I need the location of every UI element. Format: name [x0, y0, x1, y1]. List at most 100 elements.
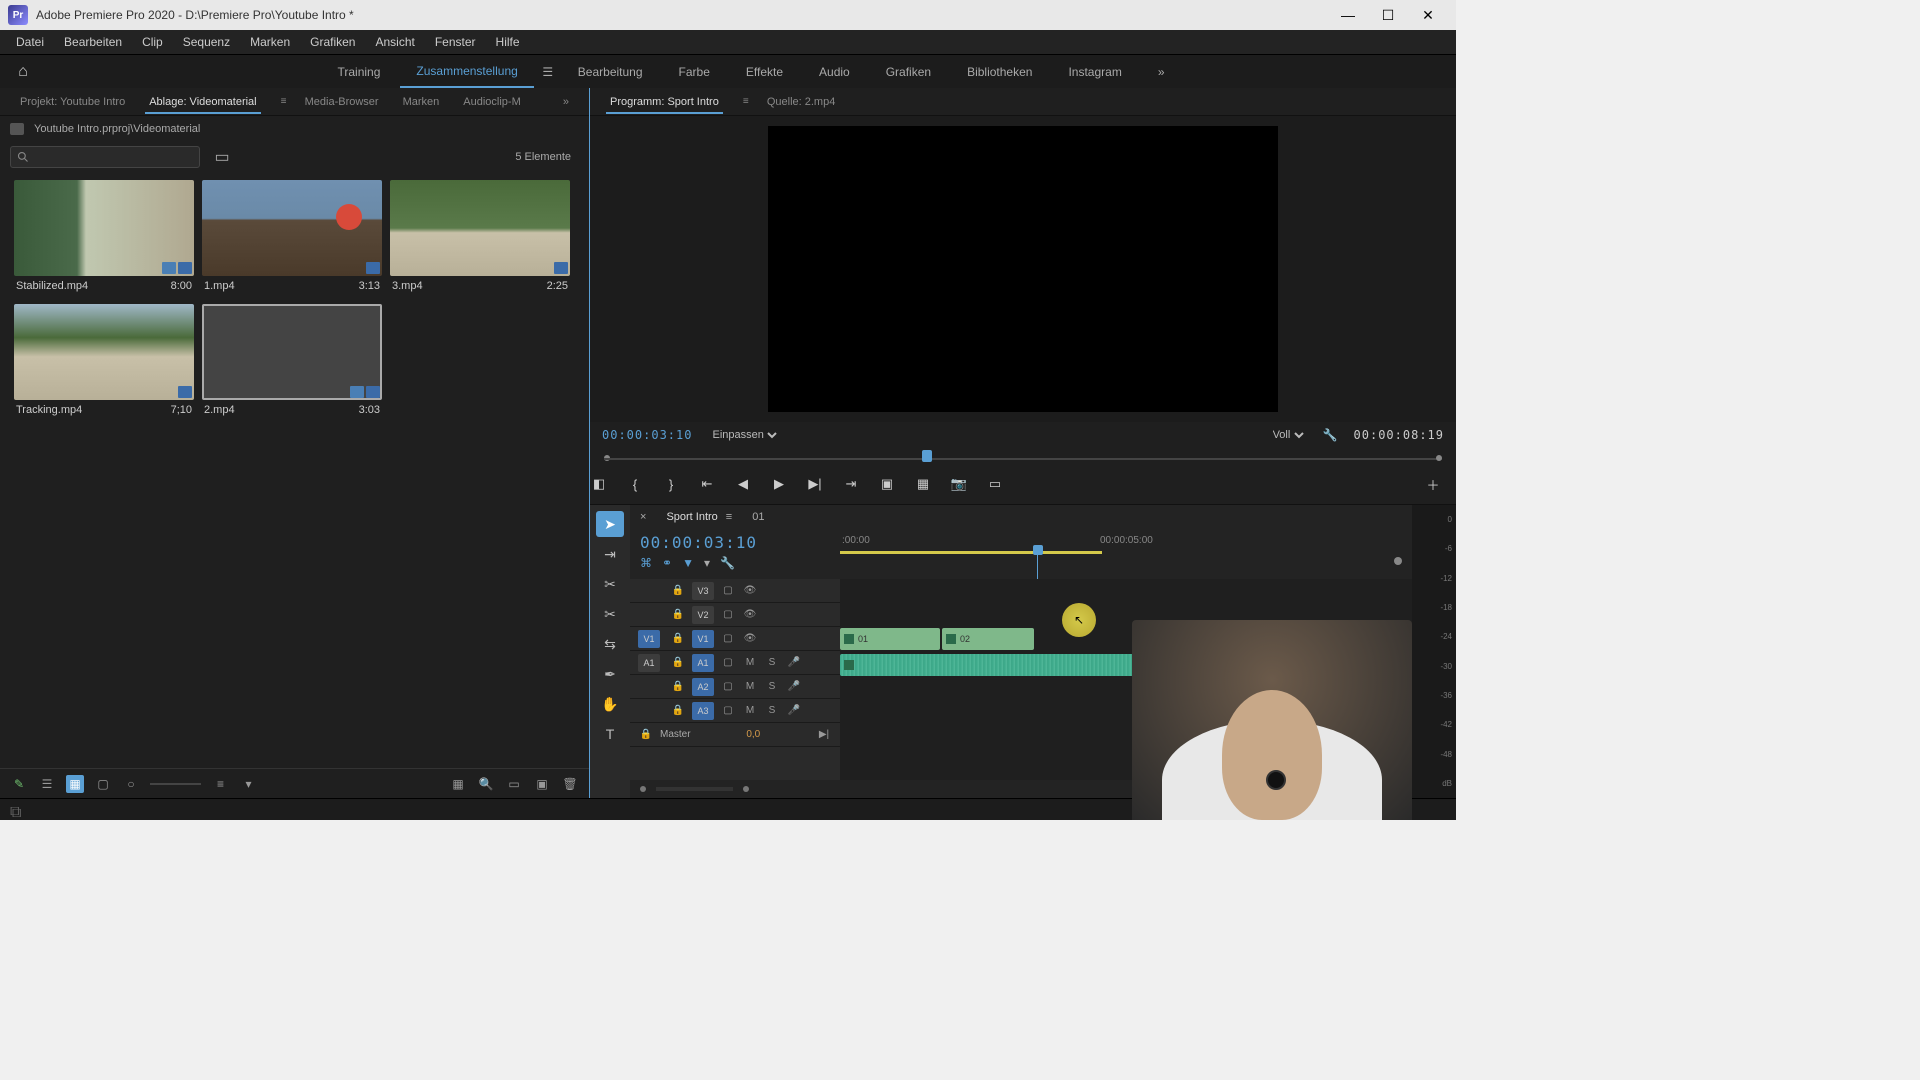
- menu-datei[interactable]: Datei: [6, 35, 54, 49]
- tab-audioclip[interactable]: Audioclip-M: [451, 96, 532, 108]
- toggle-output-icon[interactable]: ▢: [720, 631, 736, 647]
- track-v1[interactable]: V1: [692, 630, 714, 648]
- new-bin-button[interactable]: ▭: [210, 147, 234, 167]
- track-v3[interactable]: V3: [692, 582, 714, 600]
- slip-tool[interactable]: ⇆: [596, 631, 624, 657]
- menu-clip[interactable]: Clip: [132, 35, 173, 49]
- zoom-slider-handle[interactable]: ○: [122, 775, 140, 793]
- program-monitor[interactable]: [768, 126, 1278, 412]
- eye-icon[interactable]: 👁: [742, 631, 758, 647]
- workspace-bearbeitung[interactable]: Bearbeitung: [562, 57, 659, 87]
- icon-view-button[interactable]: ▦: [66, 775, 84, 793]
- mute-button[interactable]: M: [742, 679, 758, 695]
- master-track[interactable]: Master: [660, 729, 691, 740]
- close-button[interactable]: ✕: [1408, 0, 1448, 30]
- playhead[interactable]: [922, 450, 932, 462]
- workspace-audio[interactable]: Audio: [803, 57, 866, 87]
- workspace-effekte[interactable]: Effekte: [730, 57, 799, 87]
- mark-in-button[interactable]: ◧: [590, 475, 608, 493]
- add-marker-icon[interactable]: ▾: [704, 556, 710, 570]
- program-scrubber[interactable]: [604, 448, 1442, 468]
- sync-lock-icon[interactable]: [1394, 557, 1402, 565]
- timeline-timecode[interactable]: 00:00:03:10: [640, 529, 830, 556]
- bin-icon[interactable]: [10, 123, 24, 135]
- workspace-overflow-icon[interactable]: »: [1142, 57, 1181, 87]
- tab-programm[interactable]: Programm: Sport Intro: [598, 96, 731, 108]
- tab-ablage[interactable]: Ablage: Videomaterial: [137, 96, 268, 108]
- selection-tool[interactable]: ➤: [596, 511, 624, 537]
- track-select-tool[interactable]: ⇥: [596, 541, 624, 567]
- voiceover-icon[interactable]: 🎤: [786, 703, 802, 719]
- pencil-icon[interactable]: ✎: [10, 775, 28, 793]
- search-input[interactable]: [10, 146, 200, 168]
- track-a3[interactable]: A3: [692, 702, 714, 720]
- lock-icon[interactable]: 🔒: [670, 631, 686, 647]
- go-to-in-button[interactable]: ⇤: [698, 475, 716, 493]
- toggle-output-icon[interactable]: ▢: [720, 655, 736, 671]
- mute-button[interactable]: M: [742, 655, 758, 671]
- menu-grafiken[interactable]: Grafiken: [300, 35, 365, 49]
- sort-order-button[interactable]: ▾: [239, 775, 257, 793]
- solo-button[interactable]: S: [764, 655, 780, 671]
- lock-icon[interactable]: 🔒: [670, 655, 686, 671]
- timeline-clip-02[interactable]: 02: [942, 628, 1034, 650]
- hand-tool[interactable]: ✋: [596, 691, 624, 717]
- clip-3[interactable]: 3.mp42:25: [390, 180, 570, 296]
- mark-out-icon[interactable]: }: [662, 475, 680, 493]
- menu-ansicht[interactable]: Ansicht: [365, 35, 424, 49]
- voiceover-icon[interactable]: 🎤: [786, 679, 802, 695]
- find-button[interactable]: 🔍: [477, 775, 495, 793]
- tl-panel-menu-icon[interactable]: ≡: [726, 511, 732, 523]
- source-a1[interactable]: A1: [638, 654, 660, 672]
- menu-bearbeiten[interactable]: Bearbeiten: [54, 35, 132, 49]
- play-button[interactable]: ▶: [770, 475, 788, 493]
- project-tabs-overflow-icon[interactable]: »: [551, 96, 581, 108]
- workspace-zusammenstellung[interactable]: Zusammenstellung: [400, 56, 533, 88]
- type-tool[interactable]: T: [596, 721, 624, 747]
- menu-hilfe[interactable]: Hilfe: [486, 35, 530, 49]
- lock-icon[interactable]: 🔒: [670, 703, 686, 719]
- solo-button[interactable]: S: [764, 679, 780, 695]
- freeform-view-button[interactable]: ▢: [94, 775, 112, 793]
- extract-button[interactable]: ▦: [914, 475, 932, 493]
- maximize-button[interactable]: ☐: [1368, 0, 1408, 30]
- timeline-playhead[interactable]: [1033, 545, 1043, 555]
- toggle-output-icon[interactable]: ▢: [720, 679, 736, 695]
- link-icon[interactable]: ⚭: [662, 556, 672, 570]
- tab-marken[interactable]: Marken: [391, 96, 452, 108]
- timeline-ruler[interactable]: :00:00 00:00:05:00: [840, 529, 1412, 579]
- pen-tool[interactable]: ✒: [596, 661, 624, 687]
- program-timecode[interactable]: 00:00:03:10: [602, 428, 692, 442]
- tl-close-icon[interactable]: ×: [640, 511, 646, 523]
- toggle-output-icon[interactable]: ▢: [720, 583, 736, 599]
- minimize-button[interactable]: —: [1328, 0, 1368, 30]
- clip-stabilized[interactable]: Stabilized.mp48:00: [14, 180, 194, 296]
- track-a2[interactable]: A2: [692, 678, 714, 696]
- snap-icon[interactable]: ⌘: [640, 556, 652, 570]
- sort-button[interactable]: ≡: [211, 775, 229, 793]
- delete-button[interactable]: 🗑: [561, 775, 579, 793]
- lift-button[interactable]: ▣: [878, 475, 896, 493]
- clip-2[interactable]: 2.mp43:03: [202, 304, 382, 420]
- comparison-view-button[interactable]: ▭: [986, 475, 1004, 493]
- button-editor[interactable]: ＋: [1424, 475, 1442, 493]
- sequence-tab-01[interactable]: 01: [752, 511, 764, 523]
- new-bin-icon[interactable]: ▭: [505, 775, 523, 793]
- play-icon[interactable]: ▶|: [816, 727, 832, 743]
- marker-icon[interactable]: ▼: [682, 556, 694, 570]
- zoom-dropdown[interactable]: Einpassen: [708, 428, 780, 442]
- go-to-out-button[interactable]: ⇥: [842, 475, 860, 493]
- workspace-bibliotheken[interactable]: Bibliotheken: [951, 57, 1048, 87]
- solo-button[interactable]: S: [764, 703, 780, 719]
- step-back-button[interactable]: ◀: [734, 475, 752, 493]
- track-v2[interactable]: V2: [692, 606, 714, 624]
- lock-icon[interactable]: 🔒: [638, 727, 654, 743]
- voiceover-icon[interactable]: 🎤: [786, 655, 802, 671]
- toggle-output-icon[interactable]: ▢: [720, 703, 736, 719]
- tab-projekt[interactable]: Projekt: Youtube Intro: [8, 96, 137, 108]
- eye-icon[interactable]: 👁: [742, 583, 758, 599]
- mark-in-icon[interactable]: {: [626, 475, 644, 493]
- clip-tracking[interactable]: Tracking.mp47;10: [14, 304, 194, 420]
- list-view-button[interactable]: ☰: [38, 775, 56, 793]
- wrench-icon[interactable]: 🔧: [720, 556, 735, 570]
